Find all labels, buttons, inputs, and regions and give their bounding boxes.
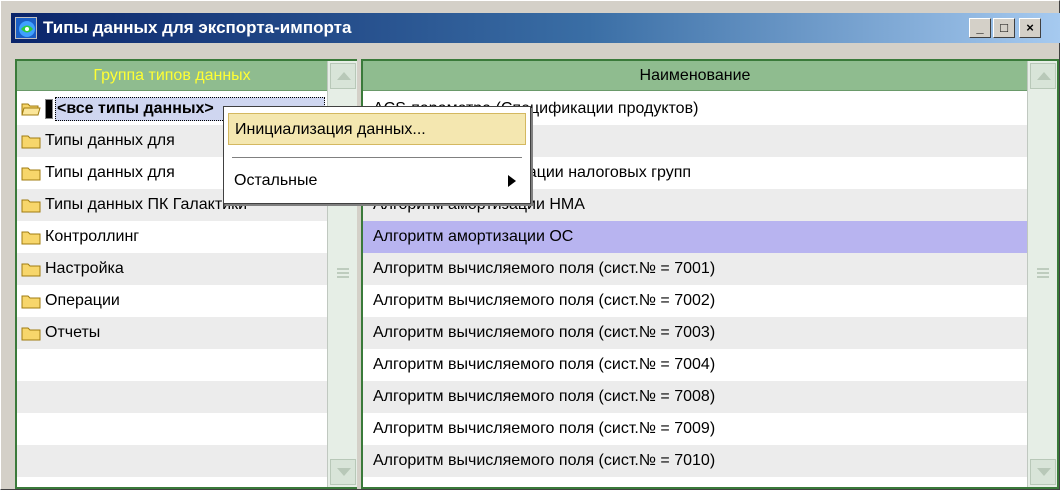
- menu-item-initialize-data[interactable]: Инициализация данных...: [228, 113, 526, 145]
- window-title: Типы данных для экспорта-импорта: [43, 18, 352, 37]
- group-label: Типы данных для: [45, 164, 175, 181]
- context-menu: Инициализация данных... Остальные: [223, 106, 531, 204]
- folder-icon: [21, 295, 41, 309]
- maximize-button[interactable]: □: [993, 18, 1015, 38]
- group-label: Контроллинг: [45, 228, 140, 245]
- scroll-down-button[interactable]: [330, 459, 356, 485]
- empty-row: [17, 349, 327, 381]
- right-vertical-scrollbar[interactable]: [1027, 61, 1057, 487]
- group-label: Операции: [45, 292, 120, 309]
- folder-icon: [21, 199, 41, 213]
- scroll-grip-icon[interactable]: [1037, 268, 1049, 278]
- empty-row: [17, 381, 327, 413]
- arrow-down-icon: [1037, 468, 1051, 476]
- list-item[interactable]: Алгоритм вычисляемого поля (сист.№ = 700…: [363, 317, 1027, 349]
- group-label: Типы данных для: [45, 132, 175, 149]
- minimize-button[interactable]: _: [969, 18, 991, 38]
- group-label: Настройка: [45, 260, 124, 277]
- group-row[interactable]: Отчеты: [17, 317, 327, 349]
- submenu-arrow-icon: [508, 175, 516, 187]
- title-bar[interactable]: Типы данных для экспорта-импорта _ □ ×: [11, 13, 1060, 43]
- menu-item-others[interactable]: Остальные: [228, 165, 526, 197]
- arrow-down-icon: [337, 468, 351, 476]
- close-button[interactable]: ×: [1019, 18, 1041, 38]
- group-row[interactable]: Настройка: [17, 253, 327, 285]
- scroll-up-button[interactable]: [1030, 63, 1056, 89]
- list-item[interactable]: Алгоритм вычисляемого поля (сист.№ = 700…: [363, 413, 1027, 445]
- group-label: Типы данных ПК Галактики: [45, 196, 248, 213]
- menu-item-label: Остальные: [234, 172, 318, 189]
- text-cursor: [45, 99, 53, 119]
- empty-row: [17, 445, 327, 477]
- folder-icon: [21, 135, 41, 149]
- column-header-name[interactable]: Наименование: [363, 61, 1027, 91]
- list-item[interactable]: Алгоритм вычисляемого поля (сист.№ = 700…: [363, 381, 1027, 413]
- list-item[interactable]: Алгоритм вычисляемого поля (сист.№ = 700…: [363, 253, 1027, 285]
- list-item-selected[interactable]: Алгоритм амортизации ОС: [363, 221, 1027, 253]
- folder-icon: [21, 231, 41, 245]
- arrow-up-icon: [1037, 72, 1051, 80]
- empty-row: [17, 413, 327, 445]
- arrow-up-icon: [337, 72, 351, 80]
- list-item[interactable]: Алгоритм вычисляемого поля (сист.№ = 701…: [363, 445, 1027, 477]
- group-label: Отчеты: [45, 324, 101, 341]
- open-folder-icon: [21, 103, 41, 116]
- column-header-group[interactable]: Группа типов данных: [17, 61, 327, 91]
- menu-item-label: Инициализация данных...: [235, 121, 426, 138]
- scroll-up-button[interactable]: [330, 63, 356, 89]
- folder-icon: [21, 263, 41, 277]
- list-item[interactable]: Алгоритм вычисляемого поля (сист.№ = 700…: [363, 285, 1027, 317]
- export-import-types-window: Типы данных для экспорта-импорта _ □ × Г…: [0, 0, 1060, 490]
- list-item[interactable]: Алгоритм вычисляемого поля (сист.№ = 700…: [363, 349, 1027, 381]
- folder-icon: [21, 167, 41, 181]
- group-row[interactable]: Контроллинг: [17, 221, 327, 253]
- group-row[interactable]: Операции: [17, 285, 327, 317]
- scroll-down-button[interactable]: [1030, 459, 1056, 485]
- menu-separator: [232, 157, 522, 159]
- folder-icon: [21, 327, 41, 341]
- app-icon[interactable]: [15, 17, 37, 39]
- scroll-grip-icon[interactable]: [337, 268, 349, 278]
- group-label: <все типы данных>: [57, 100, 214, 117]
